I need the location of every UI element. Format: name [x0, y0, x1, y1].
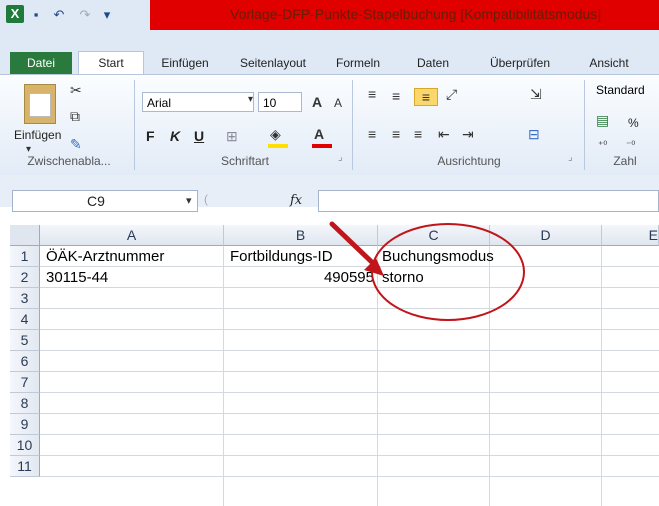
fill-color-swatch — [268, 144, 288, 148]
name-box-value: C9 — [87, 193, 105, 209]
font-name-select[interactable]: Arial — [142, 92, 254, 112]
copy-icon[interactable]: ⧉ — [70, 108, 80, 125]
column-header-a[interactable]: A — [40, 225, 224, 246]
align-right-icon[interactable]: ≡ — [414, 126, 422, 142]
column-header-e[interactable]: E — [602, 225, 659, 246]
formula-bar-divider-icon: ( — [204, 192, 208, 206]
cell-b1[interactable]: Fortbildungs-ID — [230, 246, 333, 267]
grow-font-icon[interactable]: A — [312, 94, 322, 110]
group-separator — [352, 80, 353, 170]
grid-line — [601, 246, 602, 506]
save-icon[interactable]: ▪ — [28, 5, 44, 25]
row-header[interactable]: 8 — [10, 393, 40, 414]
group-label-alignment: Ausrichtung — [437, 154, 501, 168]
group-label-clipboard: Zwischenabla... — [27, 154, 111, 168]
redo-icon[interactable]: ↷ — [74, 5, 96, 25]
accounting-format-icon[interactable]: ▤ — [596, 112, 609, 129]
column-header-c[interactable]: C — [378, 225, 490, 246]
fill-color-icon[interactable]: ◈ — [270, 126, 281, 143]
font-color-swatch — [312, 144, 332, 148]
italic-button[interactable]: K — [170, 128, 180, 144]
tab-start[interactable]: Start — [78, 51, 144, 75]
row-header[interactable]: 2 — [10, 267, 40, 288]
alignment-dialog-launcher-icon[interactable]: ⌟ — [568, 152, 573, 163]
decrease-decimal-icon[interactable]: ⁻⁰ — [626, 140, 635, 151]
align-center-icon[interactable]: ≡ — [392, 126, 400, 142]
font-color-icon[interactable]: A — [314, 126, 324, 142]
tab-ansicht[interactable]: Ansicht — [574, 52, 644, 74]
wrap-text-icon[interactable]: ⇲ — [530, 86, 542, 103]
grid-line — [40, 455, 659, 456]
grid-line — [40, 392, 659, 393]
font-size-select[interactable]: 10 — [258, 92, 302, 112]
cell-a2[interactable]: 30115-44 — [46, 267, 108, 288]
group-separator — [584, 80, 585, 170]
borders-icon[interactable]: ⊞ — [226, 128, 238, 145]
row-header[interactable]: 6 — [10, 351, 40, 372]
align-top-icon[interactable]: ≡ — [368, 86, 376, 102]
cell-a1[interactable]: ÖÄK-Arztnummer — [46, 246, 164, 267]
grid-line — [40, 371, 659, 372]
cell-c1[interactable]: Buchungsmodus — [382, 246, 494, 267]
group-label-font: Schriftart — [220, 154, 269, 168]
paste-clipboard-icon[interactable] — [24, 84, 56, 124]
group-separator — [134, 80, 135, 170]
tab-einfuegen[interactable]: Einfügen — [148, 52, 222, 74]
row-header[interactable]: 9 — [10, 414, 40, 435]
merge-center-icon[interactable]: ⊟ — [528, 126, 540, 143]
grid-line — [40, 434, 659, 435]
bold-button[interactable]: F — [146, 128, 155, 144]
format-painter-icon[interactable]: ✎ — [70, 136, 82, 153]
row-header[interactable]: 4 — [10, 309, 40, 330]
formula-input[interactable] — [318, 190, 659, 212]
insert-function-button[interactable]: fx — [290, 193, 302, 208]
increase-decimal-icon[interactable]: ⁺⁰ — [598, 140, 607, 151]
select-all-corner[interactable] — [10, 225, 40, 246]
tab-seitenlayout[interactable]: Seitenlayout — [228, 52, 318, 74]
quick-access-dropdown-icon[interactable]: ▾ — [100, 5, 114, 25]
number-format-select[interactable]: Standard — [592, 80, 659, 100]
row-header[interactable]: 7 — [10, 372, 40, 393]
grid-line — [377, 246, 378, 506]
align-left-icon[interactable]: ≡ — [368, 126, 376, 142]
grid-line — [40, 329, 659, 330]
decrease-indent-icon[interactable]: ⇤ — [438, 126, 450, 143]
cell-c2[interactable]: storno — [382, 267, 424, 288]
increase-indent-icon[interactable]: ⇥ — [462, 126, 474, 143]
align-bottom-icon[interactable]: ≡ — [414, 88, 438, 106]
row-header[interactable]: 1 — [10, 246, 40, 267]
name-box-dropdown-icon[interactable]: ▾ — [186, 194, 192, 207]
cut-icon[interactable]: ✂ — [70, 82, 82, 99]
grid-line — [489, 246, 490, 506]
align-middle-icon[interactable]: ≡ — [392, 88, 400, 104]
column-header-d[interactable]: D — [490, 225, 602, 246]
font-name-dropdown-icon[interactable]: ▾ — [248, 94, 253, 105]
tab-datei[interactable]: Datei — [10, 52, 72, 74]
tab-formeln[interactable]: Formeln — [322, 52, 394, 74]
grid-line — [40, 476, 659, 477]
grid-line — [40, 413, 659, 414]
paste-button-label[interactable]: Einfügen — [14, 128, 61, 142]
cell-b2[interactable]: 490595 — [224, 267, 374, 288]
excel-app-icon[interactable]: X — [6, 5, 24, 23]
tab-ueberpruefen[interactable]: Überprüfen — [472, 52, 568, 74]
underline-button[interactable]: U — [194, 128, 204, 144]
font-dialog-launcher-icon[interactable]: ⌟ — [338, 152, 343, 163]
name-box[interactable]: C9 — [12, 190, 198, 212]
orientation-icon[interactable]: ⤢ — [446, 86, 457, 103]
row-header[interactable]: 3 — [10, 288, 40, 309]
row-header[interactable]: 10 — [10, 435, 40, 456]
grid-line — [40, 350, 659, 351]
column-header-b[interactable]: B — [224, 225, 378, 246]
window-title: Vorlage-DFP-Punkte-Stapelbuchung [Kompat… — [230, 6, 602, 22]
shrink-font-icon[interactable]: A — [334, 96, 342, 110]
tab-daten[interactable]: Daten — [400, 52, 466, 74]
row-header[interactable]: 5 — [10, 330, 40, 351]
undo-icon[interactable]: ↶ — [48, 5, 70, 25]
group-label-number: Zahl — [613, 154, 637, 168]
percent-style-button[interactable]: % — [628, 116, 639, 130]
row-header[interactable]: 11 — [10, 456, 40, 477]
grid-line — [40, 308, 659, 309]
